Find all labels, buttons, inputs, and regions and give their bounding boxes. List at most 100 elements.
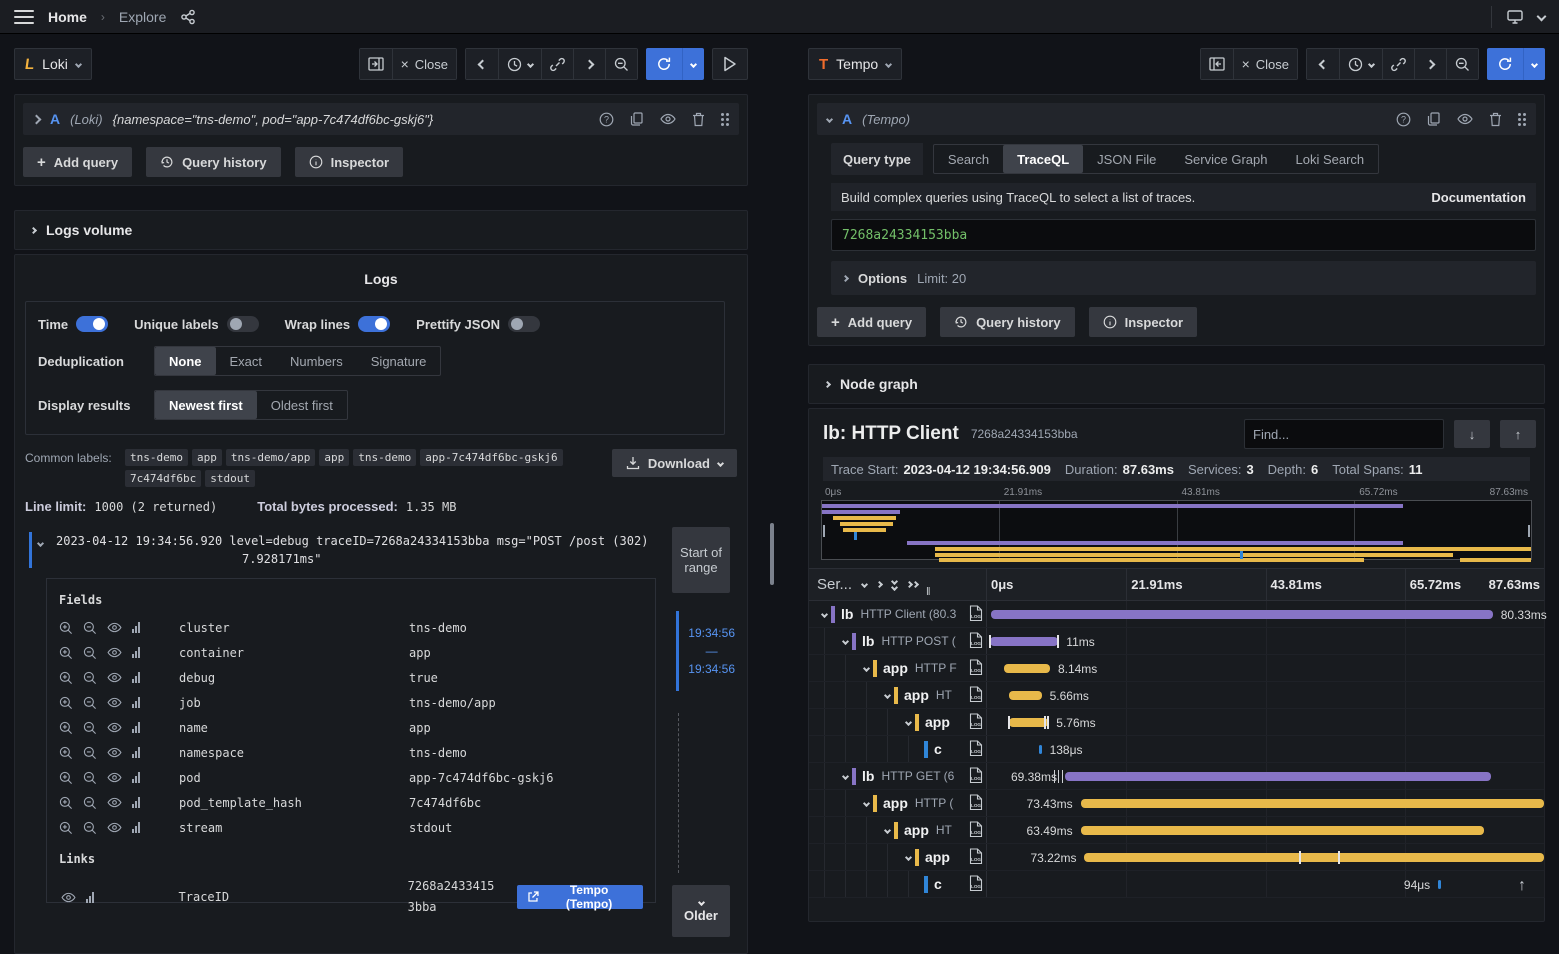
tab-json-file[interactable]: JSON File <box>1083 145 1170 173</box>
open-in-tempo-button[interactable]: Tempo (Tempo) <box>517 885 643 909</box>
span-name-cell[interactable]: lb HTTP POST ( LOG <box>809 628 987 654</box>
wrap-lines-switch[interactable] <box>358 316 390 332</box>
eye-icon[interactable] <box>107 647 122 658</box>
span-name-cell[interactable]: c LOG <box>809 736 987 762</box>
documentation-link[interactable]: Documentation <box>1431 190 1526 205</box>
share-icon[interactable] <box>180 9 196 25</box>
span-row[interactable]: c LOG 94μs <box>809 871 1544 898</box>
time-shift-back-button[interactable] <box>1307 49 1339 79</box>
time-shift-forward-button[interactable] <box>573 49 605 79</box>
dedup-signature[interactable]: Signature <box>357 347 441 375</box>
eye-icon[interactable] <box>107 797 122 808</box>
span-logs-icon[interactable]: LOG <box>969 713 983 730</box>
span-timeline-cell[interactable]: 94μs <box>987 871 1544 897</box>
dedup-none[interactable]: None <box>155 347 216 375</box>
eye-icon[interactable] <box>107 622 122 633</box>
span-duration-bar[interactable] <box>1009 691 1041 700</box>
stats-icon[interactable] <box>132 722 140 733</box>
span-duration-bar[interactable] <box>1004 664 1050 673</box>
time-picker-button[interactable] <box>498 49 541 79</box>
zoom-out-time-button[interactable] <box>605 49 637 79</box>
filter-out-value-icon[interactable] <box>83 671 97 685</box>
sync-times-button[interactable] <box>541 49 573 79</box>
eye-icon[interactable] <box>61 892 76 903</box>
delete-query-icon[interactable] <box>1489 112 1502 127</box>
filter-for-value-icon[interactable] <box>59 646 73 660</box>
span-timeline-cell[interactable]: 5.66ms <box>987 682 1544 708</box>
span-timeline-cell[interactable]: 138μs <box>987 736 1544 762</box>
time-shift-forward-button[interactable] <box>1414 49 1446 79</box>
filter-out-value-icon[interactable] <box>83 696 97 710</box>
older-logs-button[interactable]: Older <box>672 885 730 937</box>
filter-for-value-icon[interactable] <box>59 796 73 810</box>
time-switch[interactable] <box>76 316 108 332</box>
chevron-right-icon[interactable] <box>876 581 883 588</box>
collapse-all-icon[interactable] <box>892 579 897 590</box>
time-picker-button[interactable] <box>1339 49 1382 79</box>
delete-query-icon[interactable] <box>692 112 705 127</box>
span-timeline-cell[interactable]: 5.76ms <box>987 709 1544 735</box>
span-duration-bar[interactable] <box>1438 880 1441 889</box>
dedup-exact[interactable]: Exact <box>216 347 277 375</box>
loki-query-row[interactable]: A (Loki) {namespace="tns-demo", pod="app… <box>23 103 739 135</box>
span-row[interactable]: app HTTP ( LOG 73.43ms <box>809 790 1544 817</box>
refresh-button[interactable] <box>646 48 682 80</box>
stats-icon[interactable] <box>132 772 140 783</box>
datasource-picker-loki[interactable]: L Loki <box>14 48 92 80</box>
span-name-cell[interactable]: app LOG <box>809 709 987 735</box>
span-name-cell[interactable]: app HT LOG <box>809 817 987 843</box>
help-icon[interactable]: ? <box>1396 112 1411 127</box>
stats-icon[interactable] <box>132 822 140 833</box>
stats-icon[interactable] <box>86 892 94 903</box>
eye-icon[interactable] <box>107 772 122 783</box>
tab-traceql[interactable]: TraceQL <box>1003 145 1083 173</box>
collapse-span-icon[interactable] <box>901 855 915 860</box>
span-timeline-cell[interactable]: 63.49ms <box>987 817 1544 843</box>
menu-icon[interactable] <box>14 10 34 24</box>
span-row[interactable]: app LOG 5.76ms <box>809 709 1544 736</box>
span-timeline-cell[interactable]: 80.33ms <box>987 601 1544 627</box>
filter-out-value-icon[interactable] <box>83 796 97 810</box>
filter-for-value-icon[interactable] <box>59 771 73 785</box>
filter-out-value-icon[interactable] <box>83 721 97 735</box>
span-row[interactable]: lb HTTP POST ( LOG 11ms <box>809 628 1544 655</box>
collapse-span-icon[interactable] <box>880 693 894 698</box>
column-resize-handle[interactable]: ‖ <box>926 586 932 598</box>
span-row[interactable]: lb HTTP Client (80.3 LOG 80.33ms <box>809 601 1544 628</box>
span-row[interactable]: app LOG 73.22ms <box>809 844 1544 871</box>
stats-icon[interactable] <box>132 747 140 758</box>
span-duration-bar[interactable] <box>1081 826 1485 835</box>
logs-volume-section[interactable]: Logs volume <box>14 210 748 250</box>
close-pane-button[interactable]: × Close <box>1233 49 1297 79</box>
breadcrumb-explore[interactable]: Explore <box>119 9 166 25</box>
chevron-down-icon[interactable] <box>861 581 868 588</box>
inspector-button[interactable]: Inspector <box>1089 307 1198 337</box>
query-history-button[interactable]: Query history <box>146 147 281 177</box>
filter-for-value-icon[interactable] <box>59 721 73 735</box>
span-timeline-cell[interactable]: 11ms <box>987 628 1544 654</box>
nav-chevron-down-icon[interactable] <box>1537 12 1547 22</box>
filter-for-value-icon[interactable] <box>59 696 73 710</box>
span-timeline-cell[interactable]: 73.43ms <box>987 790 1544 816</box>
span-duration-bar[interactable] <box>1084 853 1544 862</box>
span-logs-icon[interactable]: LOG <box>969 686 983 703</box>
dedup-numbers[interactable]: Numbers <box>276 347 357 375</box>
span-row[interactable]: app HT LOG 63.49ms <box>809 817 1544 844</box>
drag-query-handle-icon[interactable] <box>1518 113 1526 126</box>
copy-icon[interactable] <box>1427 112 1441 127</box>
expand-all-icon[interactable] <box>907 582 918 587</box>
span-duration-bar[interactable] <box>1039 745 1042 754</box>
add-query-button[interactable]: +Add query <box>23 147 132 177</box>
run-query-button[interactable] <box>712 48 748 80</box>
refresh-interval-dropdown[interactable] <box>1523 48 1545 80</box>
expand-query-icon[interactable] <box>32 114 42 124</box>
span-row[interactable]: lb HTTP GET (6 LOG 69.38ms <box>809 763 1544 790</box>
sync-times-button[interactable] <box>1382 49 1414 79</box>
collapse-query-icon[interactable] <box>826 115 833 122</box>
hide-query-icon[interactable] <box>1457 113 1473 125</box>
filter-for-value-icon[interactable] <box>59 746 73 760</box>
span-name-cell[interactable]: app HT LOG <box>809 682 987 708</box>
filter-out-value-icon[interactable] <box>83 821 97 835</box>
span-logs-icon[interactable]: LOG <box>969 821 983 838</box>
prev-result-button[interactable]: ↑ <box>1500 420 1536 448</box>
